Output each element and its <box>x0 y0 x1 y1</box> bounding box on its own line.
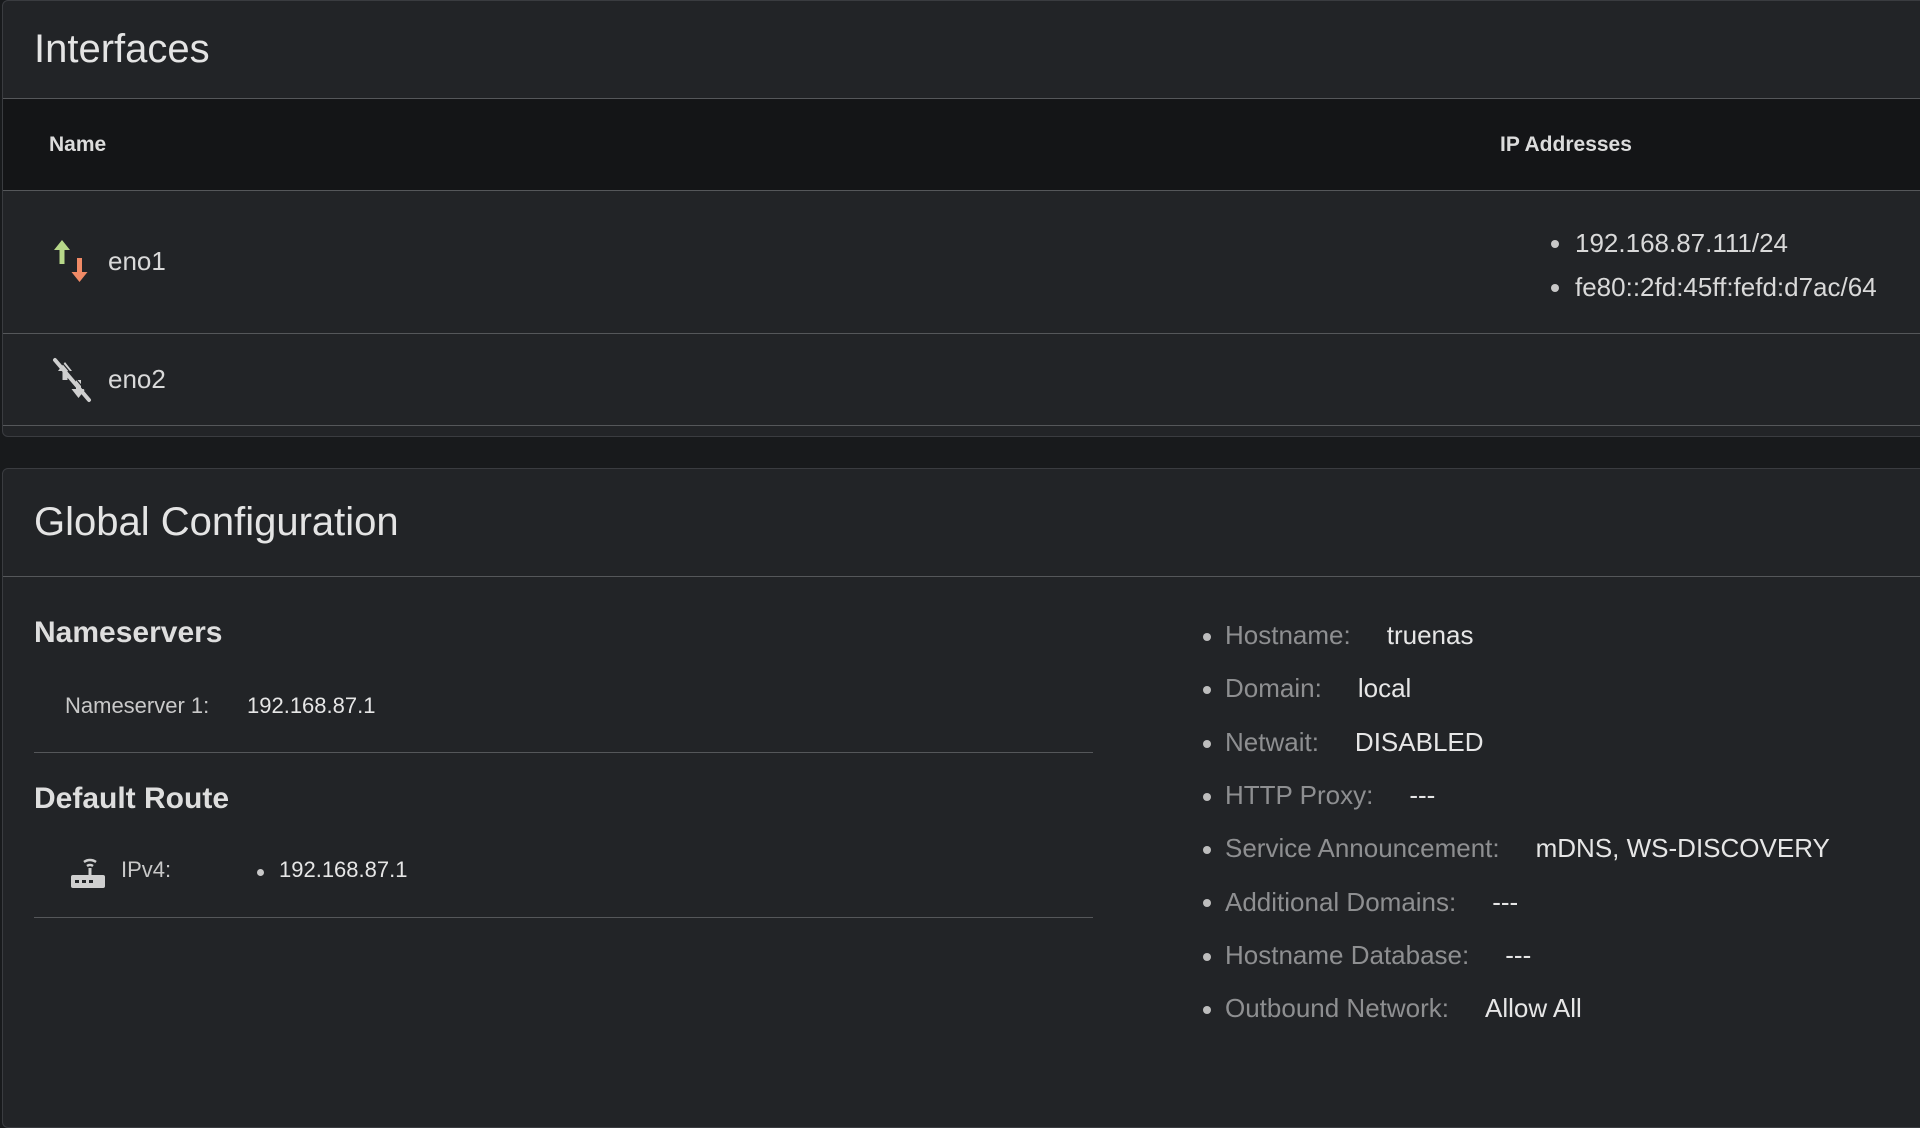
setting-label: Outbound Network: <box>1225 993 1450 1024</box>
column-header-ip-addresses[interactable]: IP Addresses <box>1500 133 1632 157</box>
global-settings-list: Hostname: truenas Domain: local Netwait:… <box>1201 609 1830 1035</box>
nameservers-title: Nameservers <box>34 616 223 649</box>
setting-value: local <box>1357 673 1412 704</box>
ipv4-label: IPv4: <box>121 857 172 882</box>
ip-address: fe80::2fd:45ff:fefd:d7ac/64 <box>1551 265 1877 309</box>
ipv4-route-value: 192.168.87.1 <box>279 857 408 882</box>
interface-name: eno1 <box>108 246 166 276</box>
link-up-down-arrows-icon <box>54 240 88 282</box>
interface-row-eno1[interactable]: eno1 192.168.87.111/24 fe80::2fd:45ff:fe… <box>3 191 1920 334</box>
router-icon <box>71 858 105 888</box>
setting-label: Service Announcement: <box>1225 833 1500 864</box>
setting-http-proxy: HTTP Proxy: --- <box>1201 769 1830 822</box>
setting-additional-domains: Additional Domains: --- <box>1201 875 1830 928</box>
setting-label: Hostname Database: <box>1225 939 1470 970</box>
setting-hostname: Hostname: truenas <box>1201 609 1830 662</box>
divider <box>34 917 1093 918</box>
setting-netwait: Netwait: DISABLED <box>1201 716 1830 769</box>
bullet <box>257 869 264 876</box>
link-disconnected-icon <box>53 357 93 402</box>
ip-address-list: 192.168.87.111/24 fe80::2fd:45ff:fefd:d7… <box>1551 221 1877 309</box>
setting-label: Domain: <box>1225 673 1322 704</box>
setting-label: HTTP Proxy: <box>1225 780 1374 811</box>
default-route-title: Default Route <box>34 782 229 815</box>
interfaces-card: Interfaces Name IP Addresses eno1 192.16… <box>2 0 1920 437</box>
setting-value: --- <box>1409 780 1436 811</box>
global-configuration-card: Global Configuration Nameservers Nameser… <box>2 468 1920 1128</box>
interface-name: eno2 <box>108 364 166 394</box>
interfaces-header: Interfaces <box>3 1 1920 99</box>
setting-value: Allow All <box>1485 993 1582 1024</box>
global-configuration-header: Global Configuration <box>3 469 1920 577</box>
setting-service-announcement: Service Announcement: mDNS, WS-DISCOVERY <box>1201 822 1830 875</box>
setting-hostname-database: Hostname Database: --- <box>1201 929 1830 982</box>
ip-address: 192.168.87.111/24 <box>1551 221 1877 265</box>
setting-value: --- <box>1505 939 1532 970</box>
column-header-name[interactable]: Name <box>49 133 106 157</box>
setting-value: --- <box>1492 886 1519 917</box>
setting-label: Netwait: <box>1225 726 1319 757</box>
setting-label: Additional Domains: <box>1225 886 1457 917</box>
interfaces-table-header: Name IP Addresses <box>3 99 1920 191</box>
setting-value: mDNS, WS-DISCOVERY <box>1535 833 1830 864</box>
setting-domain: Domain: local <box>1201 662 1830 715</box>
nameserver-1-value: 192.168.87.1 <box>247 693 376 718</box>
global-configuration-title: Global Configuration <box>34 500 399 544</box>
nameserver-1-label: Nameserver 1: <box>65 693 210 718</box>
setting-value: DISABLED <box>1354 726 1484 757</box>
setting-label: Hostname: <box>1225 620 1351 651</box>
setting-outbound-network: Outbound Network: Allow All <box>1201 982 1830 1035</box>
setting-value: truenas <box>1386 620 1474 651</box>
interfaces-title: Interfaces <box>34 27 210 71</box>
interface-row-eno2[interactable]: eno2 <box>3 334 1920 426</box>
divider <box>34 752 1093 753</box>
